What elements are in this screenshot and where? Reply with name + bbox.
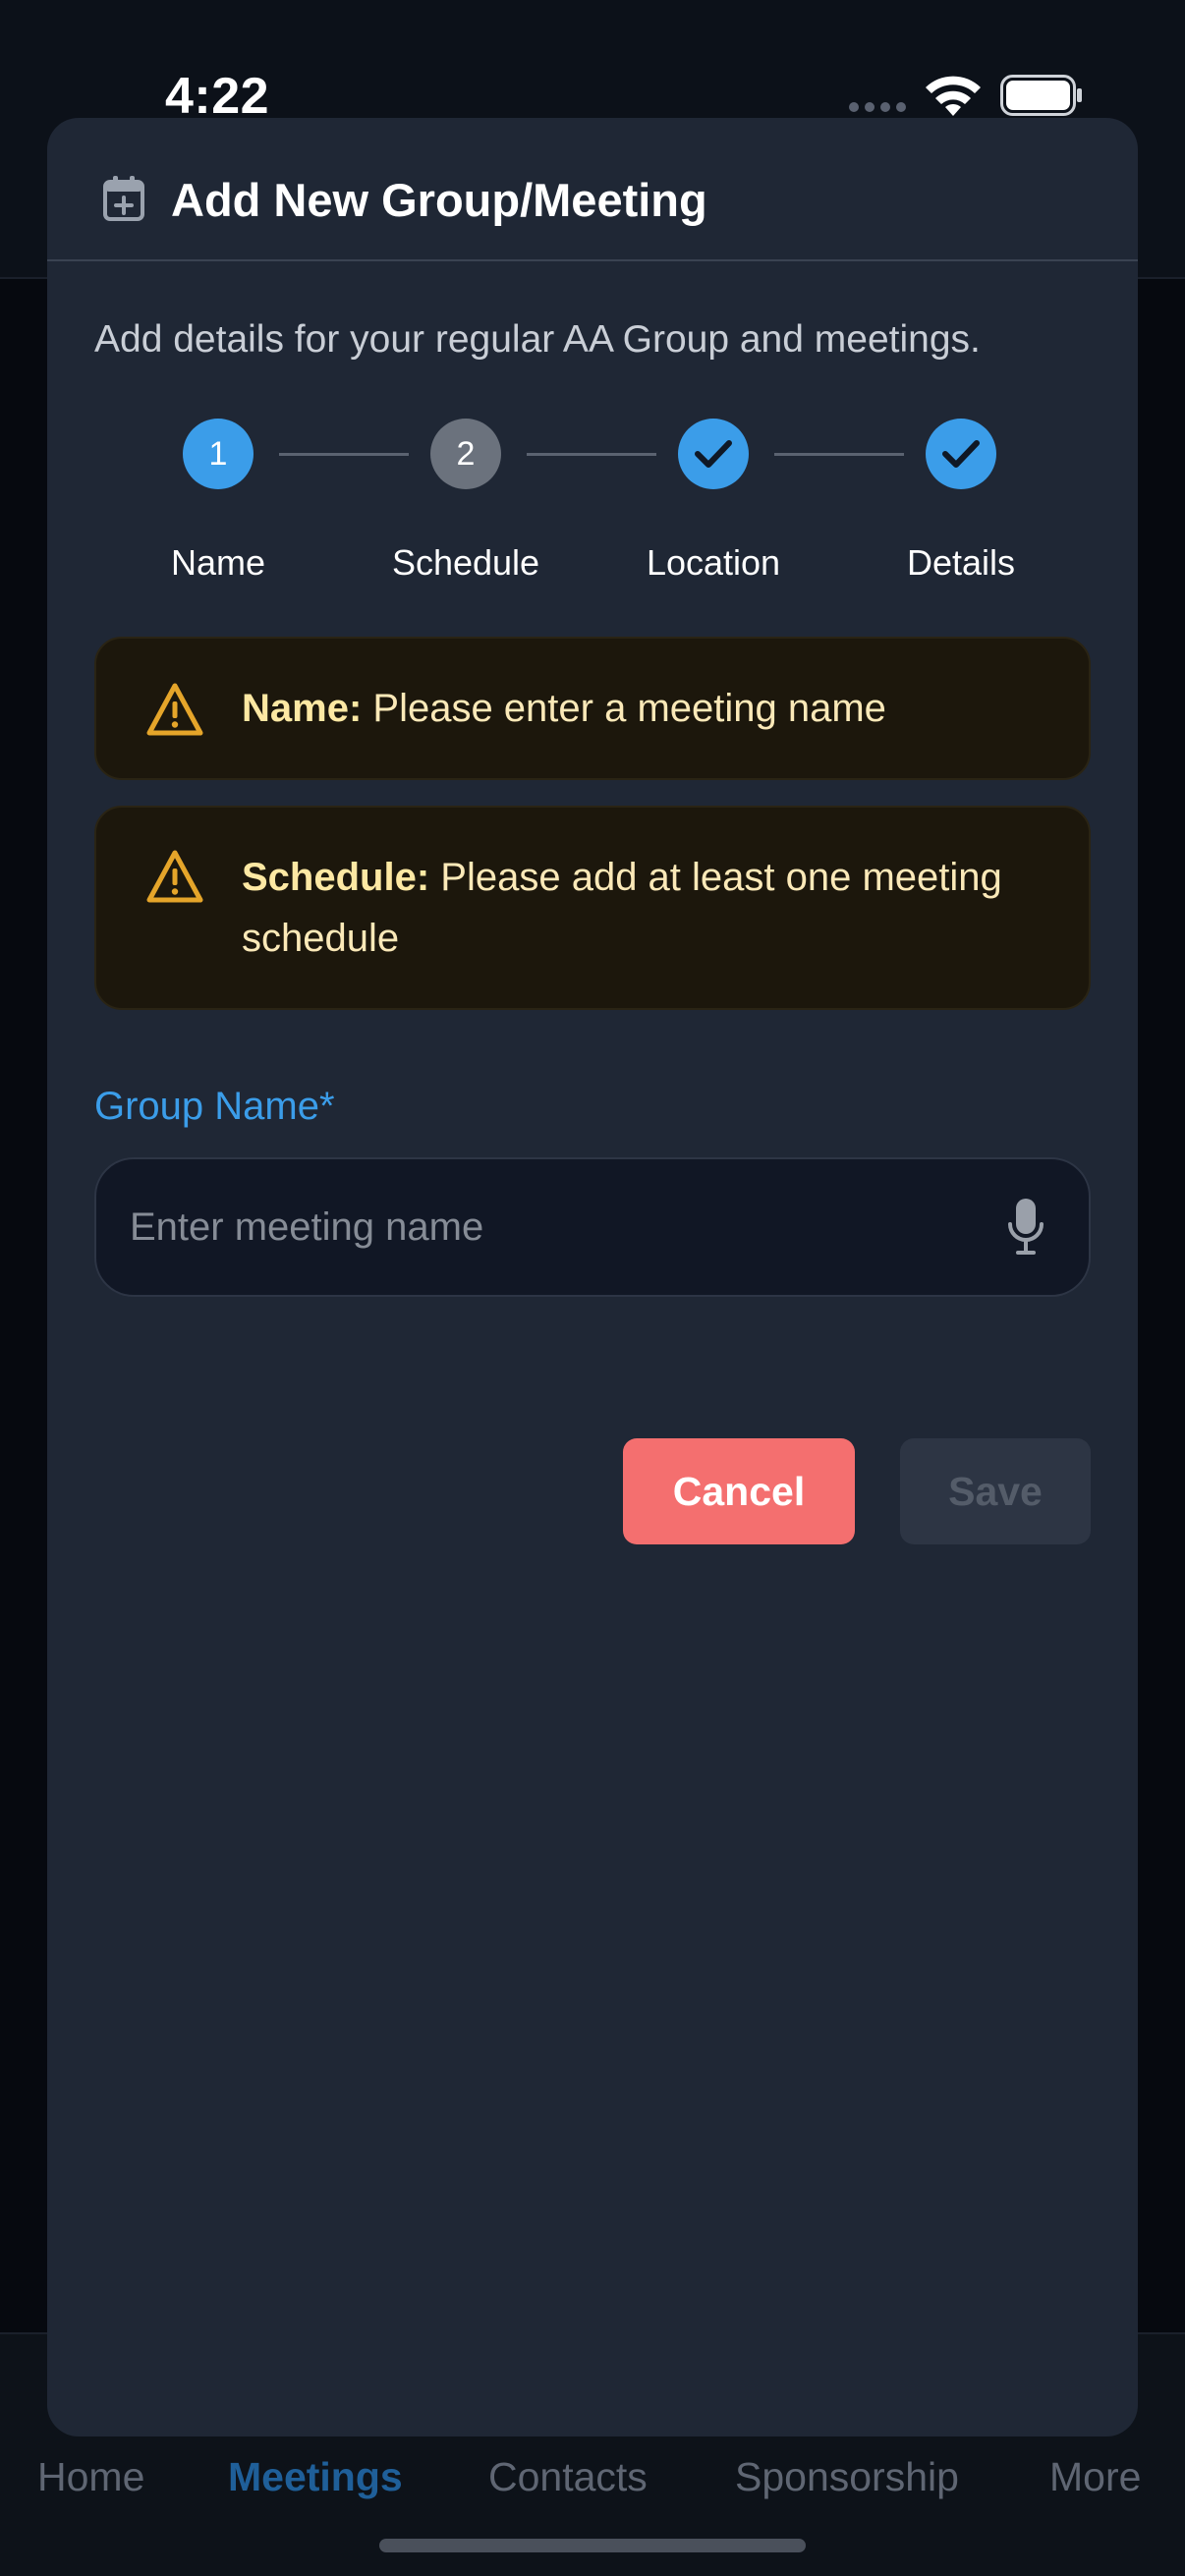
- status-time: 4:22: [165, 68, 270, 125]
- step-label-schedule: Schedule: [391, 542, 540, 583]
- step-location-indicator[interactable]: [678, 419, 749, 489]
- step-connector: [527, 453, 656, 456]
- step-label-name: Name: [170, 542, 266, 583]
- step-number: 1: [208, 434, 228, 473]
- step-connector: [774, 453, 904, 456]
- modal-description: Add details for your regular AA Group an…: [94, 318, 981, 361]
- tab-more[interactable]: More: [1049, 2454, 1141, 2500]
- warning-text: Schedule: Please add at least one meetin…: [242, 847, 1049, 969]
- home-indicator: [379, 2539, 806, 2552]
- step-number: 2: [456, 434, 476, 473]
- step-label-details: Details: [906, 542, 1016, 583]
- group-name-label: Group Name*: [94, 1085, 335, 1128]
- tab-sponsorship[interactable]: Sponsorship: [735, 2454, 959, 2500]
- warning-field: Name:: [242, 687, 363, 730]
- warning-field: Schedule:: [242, 856, 430, 899]
- tab-contacts[interactable]: Contacts: [488, 2454, 648, 2500]
- warning-schedule: Schedule: Please add at least one meetin…: [94, 806, 1091, 1010]
- battery-icon: [1000, 75, 1082, 116]
- cancel-button[interactable]: Cancel: [623, 1438, 855, 1544]
- wifi-icon: [926, 76, 981, 116]
- calendar-plus-icon: [103, 176, 144, 221]
- screen: 4:22 Home Meetings Contacts Sponsorship …: [0, 0, 1185, 2576]
- tab-meetings[interactable]: Meetings: [228, 2454, 403, 2500]
- save-button[interactable]: Save: [900, 1438, 1091, 1544]
- step-connector: [279, 453, 409, 456]
- warning-message: Please enter a meeting name: [372, 687, 886, 730]
- step-schedule-indicator[interactable]: 2: [430, 419, 501, 489]
- warning-triangle-icon: [146, 683, 203, 736]
- warning-name: Name: Please enter a meeting name: [94, 637, 1091, 780]
- microphone-icon[interactable]: [1006, 1197, 1045, 1258]
- step-details-indicator[interactable]: [926, 419, 996, 489]
- add-group-modal: Add New Group/Meeting Add details for yo…: [47, 118, 1138, 2436]
- checkmark-icon: [695, 440, 732, 468]
- warning-triangle-icon: [146, 850, 203, 903]
- group-name-field[interactable]: [94, 1157, 1091, 1297]
- group-name-input[interactable]: [130, 1159, 935, 1295]
- warning-text: Name: Please enter a meeting name: [242, 678, 1049, 739]
- step-name-indicator[interactable]: 1: [183, 419, 254, 489]
- modal-header: Add New Group/Meeting: [47, 118, 1138, 261]
- step-label-location: Location: [646, 542, 781, 583]
- checkmark-icon: [942, 440, 980, 468]
- modal-title: Add New Group/Meeting: [171, 174, 707, 226]
- cellular-signal-icon: [849, 102, 906, 112]
- tab-home[interactable]: Home: [37, 2454, 144, 2500]
